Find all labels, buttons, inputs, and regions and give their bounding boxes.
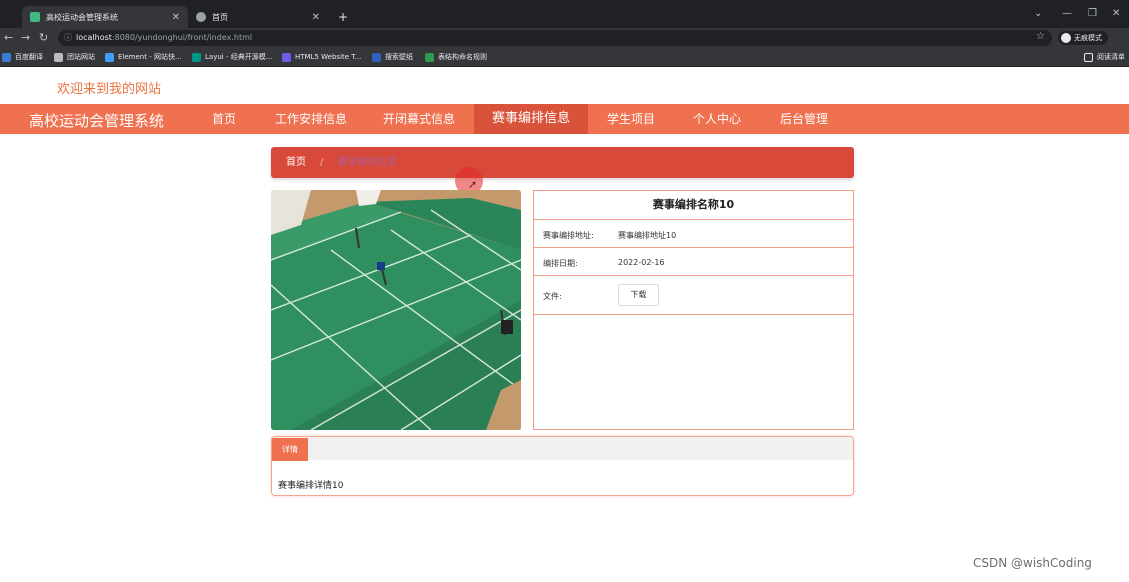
bookmark-label: HTML5 Website T...: [295, 53, 362, 61]
reading-list[interactable]: 阅读清单: [1084, 51, 1125, 63]
bookmark-label: 百度翻译: [15, 53, 43, 61]
bookmark-icon: [105, 52, 114, 62]
reading-list-label: 阅读清单: [1097, 53, 1125, 61]
bookmark-item[interactable]: Element - 网站快...: [105, 51, 182, 63]
nav-ceremony[interactable]: 开闭幕式信息: [372, 104, 466, 134]
bookmark-icon: [192, 52, 201, 62]
globe-icon: [196, 12, 206, 22]
breadcrumb-current: 赛事编排信息: [337, 157, 398, 168]
address-row: 赛事编排地址: 赛事编排地址10: [534, 220, 853, 248]
bookmark-label: 搜索壁纸: [385, 53, 413, 61]
info-icon: ⓘ: [64, 33, 72, 42]
browser-tab[interactable]: 首页 ✕: [188, 6, 328, 28]
file-label: 文件:: [543, 292, 562, 301]
nav-admin[interactable]: 后台管理: [769, 104, 839, 134]
event-title: 赛事编排名称10: [534, 191, 853, 220]
browser-tab-bar: 高校运动会管理系统 ✕ 首页 ✕ + ⌄ — ❐ ✕: [0, 0, 1129, 28]
address-label: 赛事编排地址:: [543, 231, 594, 240]
nav-home[interactable]: 首页: [198, 104, 250, 134]
profile-label: 无痕模式: [1074, 34, 1102, 42]
close-window-icon[interactable]: ✕: [1112, 8, 1120, 19]
bookmark-label: Element - 网站快...: [118, 53, 182, 61]
breadcrumb-home[interactable]: 首页: [286, 157, 306, 168]
minimize-icon[interactable]: —: [1062, 8, 1072, 19]
reload-icon[interactable]: ↻: [39, 31, 48, 44]
restore-icon[interactable]: ❐: [1088, 8, 1097, 19]
browser-tab-active[interactable]: 高校运动会管理系统 ✕: [22, 6, 188, 28]
bookmark-item[interactable]: 搜索壁纸: [372, 51, 413, 63]
breadcrumb: 首页 / 赛事编排信息: [271, 147, 854, 178]
address-value: 赛事编排地址10: [618, 231, 677, 240]
details-tabs: 详情: [272, 437, 853, 461]
download-button[interactable]: 下载: [618, 284, 659, 306]
nav-event-schedule[interactable]: 赛事编排信息: [474, 104, 588, 134]
star-icon[interactable]: ☆: [1036, 31, 1045, 42]
bookmark-icon: [425, 52, 434, 62]
profile-button[interactable]: 无痕模式: [1058, 31, 1108, 45]
main-nav: 高校运动会管理系统 首页 工作安排信息 开闭幕式信息 赛事编排信息 学生项目 个…: [0, 104, 1129, 134]
back-icon[interactable]: ←: [4, 31, 13, 44]
bookmark-item[interactable]: 表结构命名规则: [425, 51, 487, 63]
bookmark-item[interactable]: Layui - 经典开源模...: [192, 51, 272, 63]
event-image: [271, 190, 521, 430]
nav-work-schedule[interactable]: 工作安排信息: [264, 104, 358, 134]
nav-personal-center[interactable]: 个人中心: [682, 104, 752, 134]
close-icon[interactable]: ✕: [312, 12, 320, 23]
tab-title: 首页: [212, 12, 228, 22]
tab-details[interactable]: 详情: [272, 438, 308, 461]
bookmark-icon: [54, 52, 63, 62]
bookmark-label: 团站网站: [67, 53, 95, 61]
welcome-text: 欢迎来到我的网站: [57, 82, 162, 97]
close-icon[interactable]: ✕: [172, 12, 180, 23]
bookmarks-bar: 百度翻译 团站网站 Element - 网站快... Layui - 经典开源模…: [0, 48, 1129, 67]
date-label: 编排日期:: [543, 259, 578, 268]
incognito-icon: [1061, 33, 1071, 43]
watermark: CSDN @wishCoding: [973, 556, 1092, 570]
date-value: 2022-02-16: [618, 258, 665, 267]
details-panel: 详情 赛事编排详情10: [271, 436, 854, 496]
url-path: :8080/yundonghui/front/index.html: [111, 33, 253, 42]
bookmark-icon: [372, 52, 381, 62]
tab-title: 高校运动会管理系统: [46, 12, 118, 22]
bookmark-icon: [2, 52, 11, 62]
url-host: localhost: [76, 33, 112, 42]
bookmark-label: Layui - 经典开源模...: [205, 53, 273, 61]
forward-icon[interactable]: →: [21, 31, 30, 44]
bookmark-item[interactable]: 团站网站: [54, 51, 95, 63]
url-input[interactable]: ⓘ localhost:8080/yundonghui/front/index.…: [58, 30, 1052, 46]
nav-student-projects[interactable]: 学生项目: [596, 104, 666, 134]
address-bar: ← → ↻ ⓘ localhost:8080/yundonghui/front/…: [0, 28, 1129, 48]
badminton-court-illustration: [271, 190, 521, 430]
details-content: 赛事编排详情10: [278, 481, 344, 491]
brand-title: 高校运动会管理系统: [29, 112, 165, 130]
new-tab-button[interactable]: +: [330, 6, 350, 28]
event-info-panel: 赛事编排名称10 赛事编排地址: 赛事编排地址10 编排日期: 2022-02-…: [533, 190, 854, 430]
bookmark-item[interactable]: HTML5 Website T...: [282, 51, 361, 63]
file-row: 文件: 下载: [534, 276, 853, 315]
bookmark-label: 表结构命名规则: [438, 53, 487, 61]
vue-icon: [30, 12, 40, 22]
reading-list-icon: [1084, 52, 1093, 62]
date-row: 编排日期: 2022-02-16: [534, 248, 853, 276]
breadcrumb-separator: /: [320, 157, 324, 168]
chevron-down-icon[interactable]: ⌄: [1034, 8, 1042, 19]
bookmark-icon: [282, 52, 291, 62]
bookmark-item[interactable]: 百度翻译: [2, 51, 43, 63]
